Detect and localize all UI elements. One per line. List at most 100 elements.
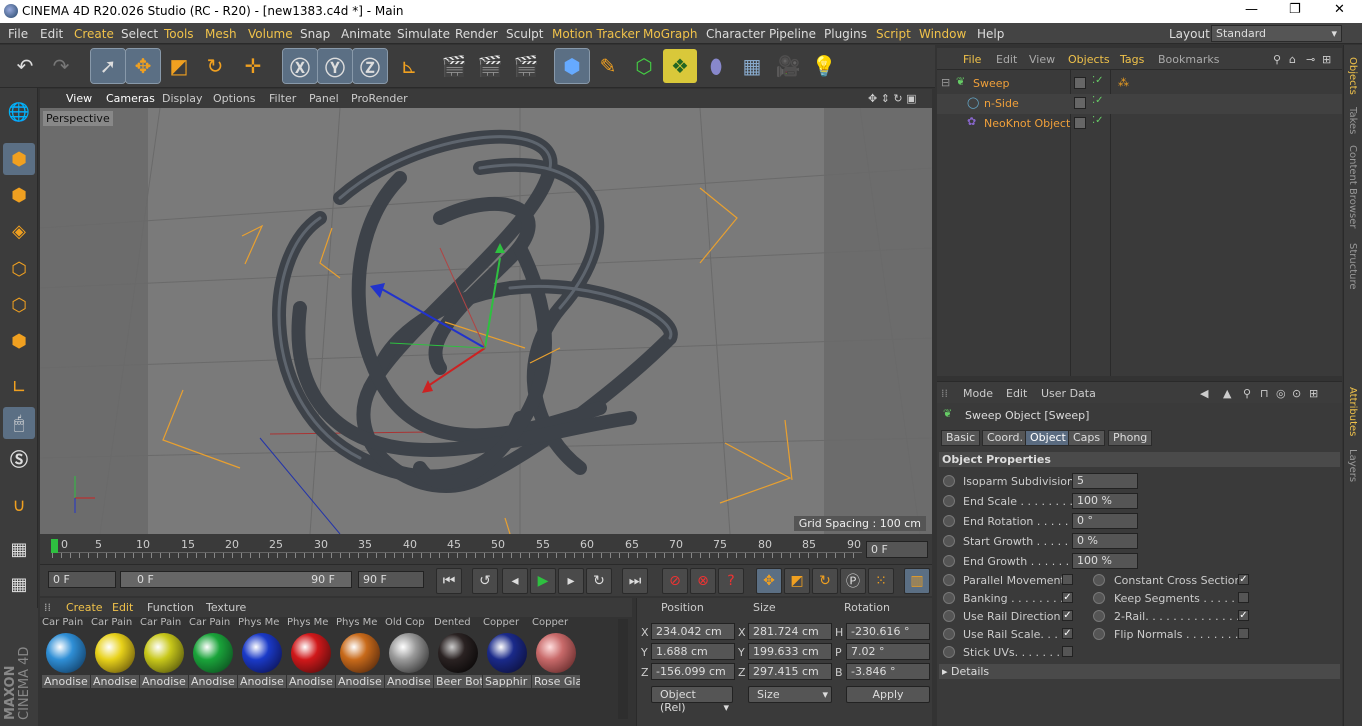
home-icon[interactable]: ⌂ <box>1289 53 1296 66</box>
magnet-icon[interactable]: ∪ <box>3 489 35 521</box>
material-item[interactable]: Dented Beer Bot <box>434 617 482 693</box>
position-y-field[interactable]: 1.688 cm <box>651 643 735 660</box>
object-row-n-side[interactable]: ◯ n-Side ⁚✓ <box>937 94 1342 114</box>
menu-simulate[interactable]: Simulate <box>397 27 450 41</box>
menu-select[interactable]: Select <box>121 27 158 41</box>
menu-help[interactable]: Help <box>977 27 1004 41</box>
model-mode-icon[interactable]: ⬢ <box>3 143 35 175</box>
next-key-icon[interactable]: ↻ <box>586 568 612 594</box>
banking-checkbox[interactable]: ✓ <box>1062 592 1073 603</box>
animate-dot-icon[interactable] <box>943 646 955 658</box>
viewport-menu-filter[interactable]: Filter <box>269 92 296 105</box>
render-settings-icon[interactable]: 🎬 <box>509 49 543 83</box>
size-y-field[interactable]: 199.633 cm <box>748 643 832 660</box>
menu-create[interactable]: Create <box>74 27 114 41</box>
object-row-neoknot[interactable]: ✿ NeoKnot Object ⁚✓ <box>937 114 1342 134</box>
material-item[interactable]: Phys Me Anodise <box>287 617 335 693</box>
object-row-sweep[interactable]: ⊟ ❦ Sweep ⁚✓ ⁂ <box>937 74 1342 94</box>
attr-menu-edit[interactable]: Edit <box>1006 387 1027 400</box>
object-menu-tags[interactable]: Tags <box>1120 53 1144 66</box>
object-menu-file[interactable]: File <box>963 53 981 66</box>
details-section[interactable]: ▸ Details <box>939 664 1340 679</box>
animate-dot-icon[interactable] <box>1093 592 1105 604</box>
object-menu-bookmarks[interactable]: Bookmarks <box>1158 53 1219 66</box>
workplane-lock-icon[interactable]: ▦ <box>3 533 35 565</box>
end-rotation-field[interactable]: 0 ° <box>1072 513 1138 529</box>
use-rail-scale-checkbox[interactable]: ✓ <box>1062 628 1073 639</box>
tab-objects[interactable]: Objects <box>1347 57 1358 95</box>
material-item[interactable]: Phys Me Anodise <box>238 617 286 693</box>
render-view-icon[interactable]: 🎬 <box>437 49 471 83</box>
phong-tag-icon[interactable]: ⁂ <box>1118 76 1129 89</box>
animate-dot-icon[interactable] <box>1093 610 1105 622</box>
menu-snap[interactable]: Snap <box>300 27 330 41</box>
stick-uvs-checkbox[interactable] <box>1062 646 1073 657</box>
rotation-b-field[interactable]: -3.846 ° <box>846 663 930 680</box>
keep-segments-checkbox[interactable] <box>1238 592 1249 603</box>
select-tool-icon[interactable]: ➚ <box>90 48 126 84</box>
go-to-end-icon[interactable]: ⏭ <box>622 568 648 594</box>
menu-volume[interactable]: Volume <box>248 27 293 41</box>
keyframe-selection-icon[interactable]: ? <box>718 568 744 594</box>
material-item[interactable]: Old Cop Anodise <box>385 617 433 693</box>
visibility-dots-icon[interactable]: ⁚✓ <box>1092 115 1104 126</box>
new-panel-icon[interactable]: ⊞ <box>1309 387 1318 400</box>
previous-key-icon[interactable]: ↺ <box>472 568 498 594</box>
animate-dot-icon[interactable] <box>1093 628 1105 640</box>
flip-normals-checkbox[interactable] <box>1238 628 1249 639</box>
edges-mode-icon[interactable]: ⬡ <box>3 289 35 321</box>
go-to-start-icon[interactable]: ⏮ <box>436 568 462 594</box>
timeline-window-icon[interactable]: ▥ <box>904 568 930 594</box>
material-item[interactable]: Car Pain Anodise <box>42 617 90 693</box>
material-item[interactable]: Car Pain Anodise <box>140 617 188 693</box>
tab-content-browser[interactable]: Content Browser <box>1347 145 1358 228</box>
panel-grip-icon[interactable]: ⁞⁞ <box>941 387 948 400</box>
next-frame-icon[interactable]: ▸ <box>558 568 584 594</box>
viewport-menu-panel[interactable]: Panel <box>309 92 339 105</box>
viewport-menu-options[interactable]: Options <box>213 92 255 105</box>
menu-window[interactable]: Window <box>919 27 966 41</box>
up-arrow-icon[interactable]: ▲ <box>1223 387 1231 400</box>
position-x-field[interactable]: 234.042 cm <box>651 623 735 640</box>
menu-mesh[interactable]: Mesh <box>205 27 237 41</box>
animate-dot-icon[interactable] <box>943 610 955 622</box>
maximize-icon[interactable]: ❐ <box>1289 2 1301 17</box>
animate-dot-icon[interactable] <box>943 592 955 604</box>
layout-select[interactable]: Standard ▾ <box>1211 25 1342 42</box>
viewport-nav-icon[interactable]: ✥ ⇕ ↻ ▣ <box>868 92 917 105</box>
current-frame-field[interactable]: 0 F <box>48 571 116 588</box>
previous-frame-icon[interactable]: ◂ <box>502 568 528 594</box>
subdivision-icon[interactable]: ⬡ <box>627 49 661 83</box>
search-icon[interactable]: ⚲ <box>1273 53 1281 66</box>
material-item[interactable]: Phys Me Anodise <box>336 617 384 693</box>
parallel-movement-checkbox[interactable] <box>1062 574 1073 585</box>
material-menu-texture[interactable]: Texture <box>206 601 246 614</box>
constant-cross-section-checkbox[interactable]: ✓ <box>1238 574 1249 585</box>
3d-viewport[interactable]: Perspective Grid Spacing : 100 cm <box>40 108 932 534</box>
material-item[interactable]: Copper Sapphir <box>483 617 531 693</box>
tweak-mode-icon[interactable]: 🖱 <box>3 407 35 439</box>
record-icon[interactable]: ⊘ <box>662 568 688 594</box>
rotation-h-field[interactable]: -230.616 ° <box>846 623 930 640</box>
cube-object-icon[interactable]: ⬢ <box>554 48 590 84</box>
menu-character[interactable]: Character <box>706 27 765 41</box>
pen-tool-icon[interactable]: ✎ <box>591 49 625 83</box>
layer-icon[interactable] <box>1074 77 1086 89</box>
viewport-menu-view[interactable]: View <box>66 92 92 105</box>
visibility-dots-icon[interactable]: ⁚✓ <box>1092 95 1104 106</box>
menu-script[interactable]: Script <box>876 27 911 41</box>
layer-icon[interactable] <box>1074 97 1086 109</box>
key-pla-icon[interactable]: ⁙ <box>868 568 894 594</box>
points-mode-icon[interactable]: ⬡ <box>3 253 35 285</box>
preview-range-slider[interactable]: 0 F 90 F <box>120 571 352 588</box>
minimize-icon[interactable]: — <box>1245 2 1258 17</box>
play-icon[interactable]: ▶ <box>530 568 556 594</box>
max-frame-field[interactable]: 90 F <box>358 571 424 588</box>
z-axis-lock-icon[interactable]: Ⓩ <box>352 48 388 84</box>
tab-coord[interactable]: Coord. <box>982 430 1028 446</box>
key-position-icon[interactable]: ✥ <box>756 568 782 594</box>
viewport-menu-cameras[interactable]: Cameras <box>106 92 155 105</box>
end-growth-field[interactable]: 100 % <box>1072 553 1138 569</box>
workplane-icon[interactable]: ◈ <box>3 215 35 247</box>
menu-sculpt[interactable]: Sculpt <box>506 27 543 41</box>
